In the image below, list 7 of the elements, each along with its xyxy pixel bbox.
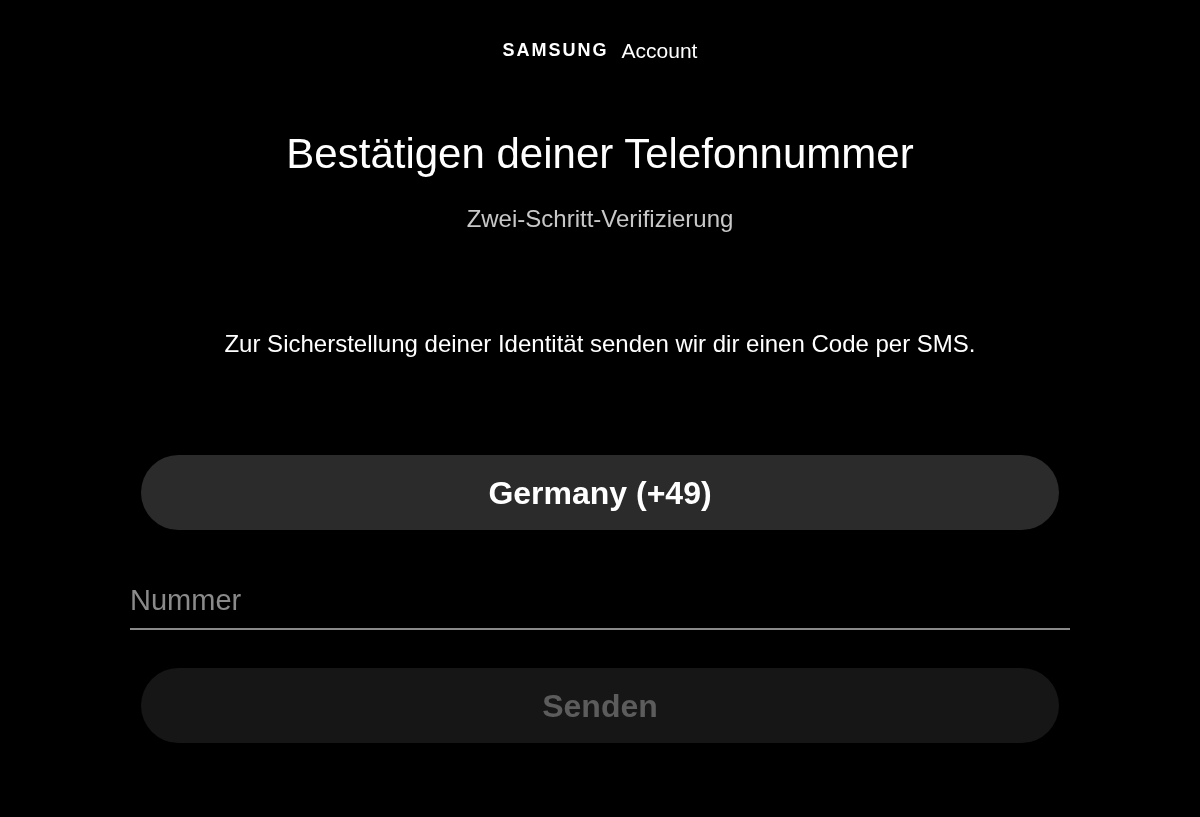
page-title: Bestätigen deiner Telefonnummer (286, 129, 914, 179)
phone-number-field[interactable]: Nummer (130, 572, 1070, 630)
country-selector[interactable]: Germany (+49) (141, 455, 1059, 530)
info-message: Zur Sicherstellung deiner Identität senden wir dir einen Code per SMS. (224, 329, 976, 359)
product-name: Account (621, 39, 698, 61)
page-subtitle: Zwei-Schritt-Verifizierung (466, 204, 734, 234)
brand-logo: SAMSUNG (502, 41, 609, 59)
